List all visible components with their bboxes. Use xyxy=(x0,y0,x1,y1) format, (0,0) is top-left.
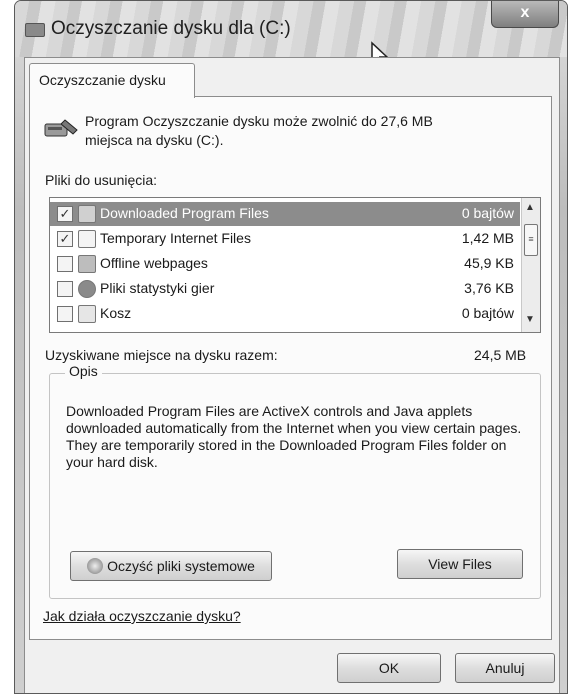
recycle-bin-icon xyxy=(78,305,96,323)
scroll-down-icon[interactable]: ▼ xyxy=(525,314,535,325)
file-size: 3,76 KB xyxy=(464,280,514,296)
file-size: 0 bajtów xyxy=(461,305,514,321)
file-size: 0 bajtów xyxy=(461,205,514,221)
help-link[interactable]: Jak działa oczyszczanie dysku? xyxy=(43,608,241,624)
list-item[interactable]: Pliki statystyki gier 3,76 KB xyxy=(50,277,520,301)
intro-text: Program Oczyszczanie dysku może zwolnić … xyxy=(85,112,505,150)
list-item[interactable]: ✓ Downloaded Program Files 0 bajtów xyxy=(50,202,520,226)
checkbox[interactable] xyxy=(57,256,73,272)
file-name: Offline webpages xyxy=(100,255,208,271)
description-text: Downloaded Program Files are ActiveX con… xyxy=(66,403,522,470)
scroll-thumb[interactable]: ≡ xyxy=(524,224,538,256)
game-stats-icon xyxy=(78,280,96,298)
disk-cleanup-window: Oczyszczanie dysku dla (C:) x Oczyszczan… xyxy=(14,0,568,694)
shield-icon xyxy=(87,558,104,574)
tab-label: Oczyszczanie dysku xyxy=(39,72,166,88)
cleanup-system-files-button[interactable]: Oczyść pliki systemowe xyxy=(70,551,272,581)
scroll-up-icon[interactable]: ▲ xyxy=(525,202,535,213)
intro-line-2: miejsca na dysku (C:). xyxy=(85,132,224,148)
list-item[interactable]: Offline webpages 45,9 KB xyxy=(50,252,520,276)
ok-button[interactable]: OK xyxy=(337,653,441,683)
view-files-button[interactable]: View Files xyxy=(397,549,523,579)
checkbox[interactable] xyxy=(57,306,73,322)
list-scrollbar[interactable]: ▲ ≡ ▼ xyxy=(521,198,540,332)
close-button[interactable]: x xyxy=(491,1,559,28)
tab-disk-cleanup[interactable]: Oczyszczanie dysku xyxy=(29,63,195,98)
webpage-icon xyxy=(78,255,96,273)
total-space-value: 24,5 MB xyxy=(474,347,527,363)
disk-cleanup-icon xyxy=(44,119,78,137)
checkbox[interactable]: ✓ xyxy=(57,206,73,222)
list-item[interactable]: ✓ Temporary Internet Files 1,42 MB xyxy=(50,227,520,251)
file-size: 1,42 MB xyxy=(461,230,514,246)
total-space-label: Uzyskiwane miejsce na dysku razem: xyxy=(45,347,278,363)
folder-icon xyxy=(78,205,96,223)
description-title: Opis xyxy=(65,363,102,379)
files-list[interactable]: ✓ Downloaded Program Files 0 bajtów ✓ Te… xyxy=(49,197,541,333)
file-size: 45,9 KB xyxy=(464,255,514,271)
list-item[interactable]: Kosz 0 bajtów xyxy=(50,302,520,326)
file-name: Temporary Internet Files xyxy=(100,230,251,246)
file-name: Downloaded Program Files xyxy=(100,205,269,221)
file-name: Pliki statystyki gier xyxy=(100,280,215,296)
checkbox[interactable]: ✓ xyxy=(57,231,73,247)
cleanup-system-files-label: Oczyść pliki systemowe xyxy=(107,558,255,574)
page-icon xyxy=(78,230,96,248)
files-to-delete-label: Pliki do usunięcia: xyxy=(45,172,158,188)
file-name: Kosz xyxy=(100,305,132,321)
cancel-button[interactable]: Anuluj xyxy=(455,653,555,683)
intro-line-1: Program Oczyszczanie dysku może zwolnić … xyxy=(85,113,433,129)
drive-icon xyxy=(25,23,45,37)
title-bar[interactable]: Oczyszczanie dysku dla (C:) x xyxy=(15,1,567,57)
checkbox[interactable] xyxy=(57,281,73,297)
window-title: Oczyszczanie dysku dla (C:) xyxy=(51,18,291,39)
